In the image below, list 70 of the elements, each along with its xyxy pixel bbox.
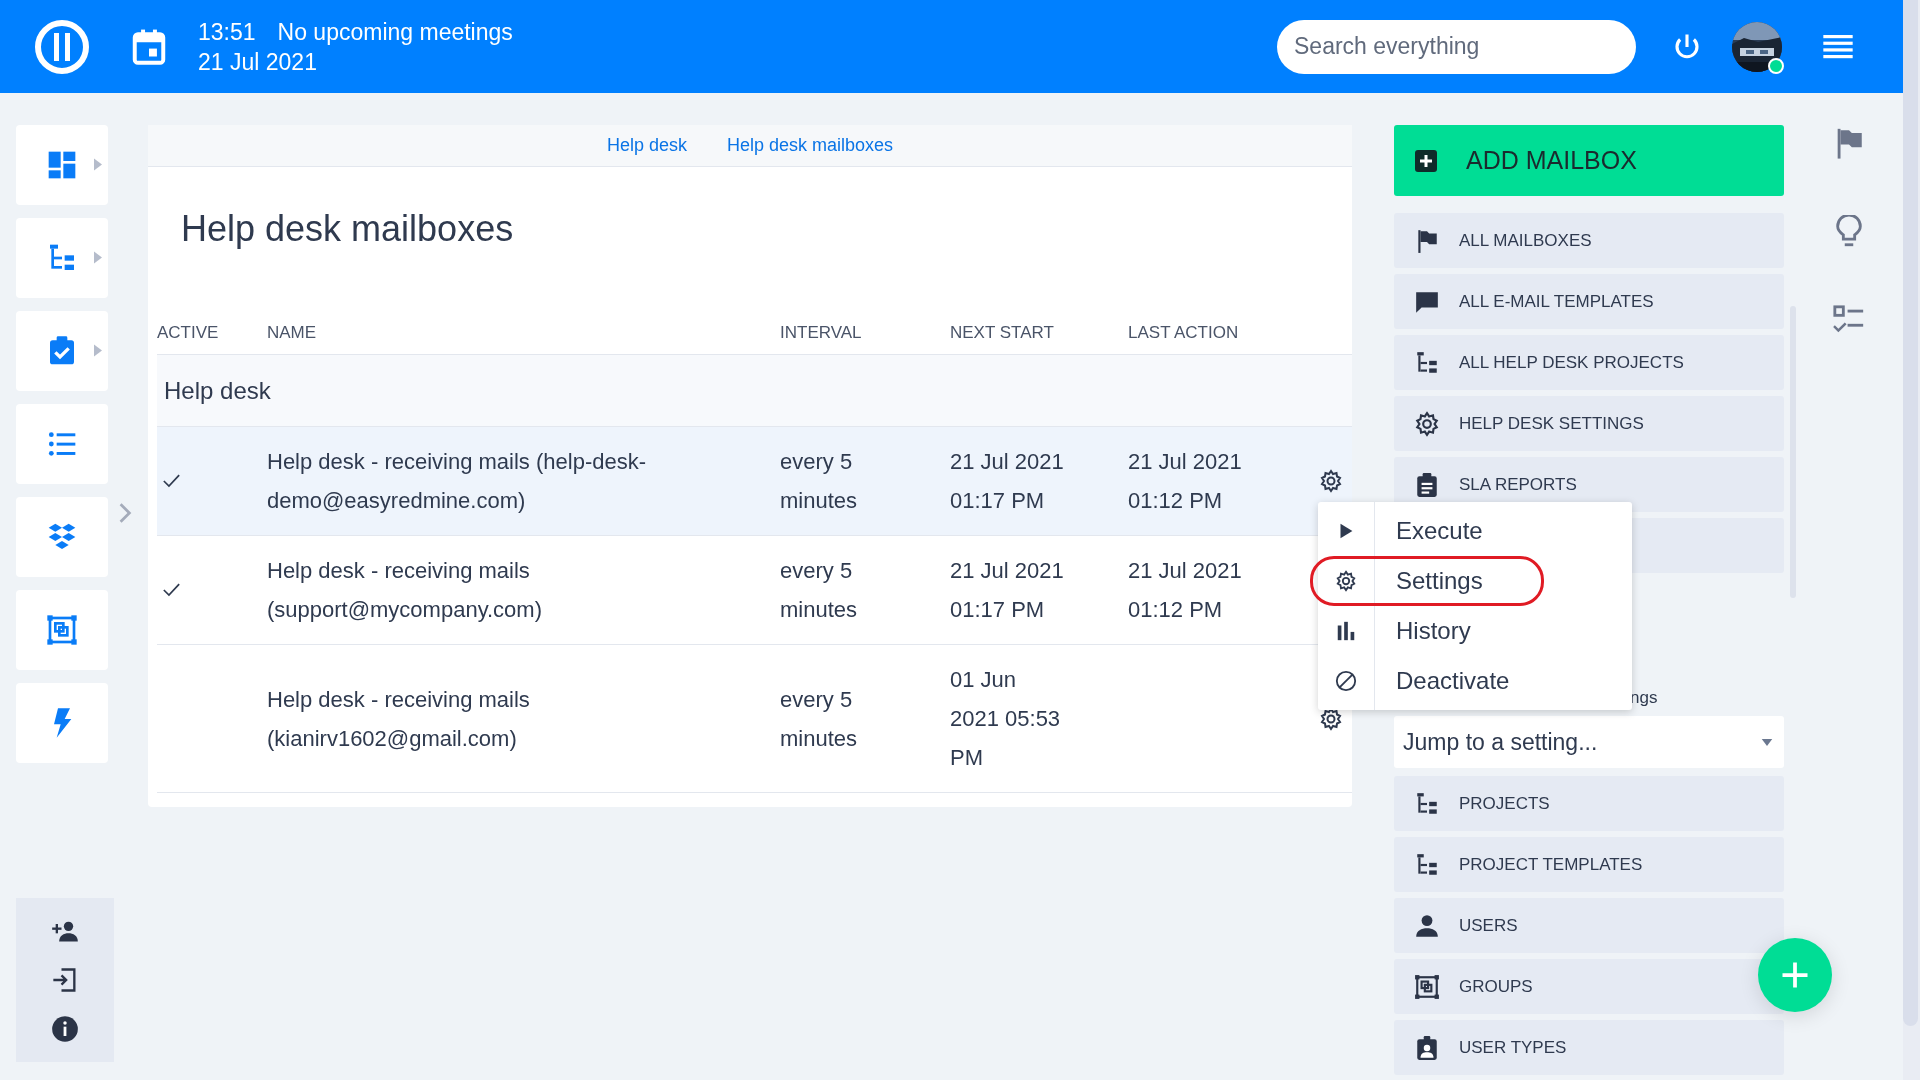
table-cell-text: every 5 minutes bbox=[780, 557, 859, 624]
caret-icon bbox=[94, 251, 102, 264]
table-cell-text: 21 Jul 2021 01:12 PM bbox=[1128, 557, 1243, 624]
column-header: LAST ACTION bbox=[1128, 321, 1240, 344]
nested-squares-icon bbox=[1414, 973, 1440, 1000]
menu-item[interactable]: PROJECT TEMPLATES bbox=[1394, 837, 1784, 892]
nav-tile[interactable] bbox=[16, 311, 108, 391]
gear-icon bbox=[1414, 410, 1440, 437]
plus-square-icon bbox=[1414, 148, 1438, 173]
jump-select[interactable]: Jump to a setting... bbox=[1394, 716, 1784, 768]
table-cell-text: 01 Jun 2021 05:53 PM bbox=[950, 666, 1062, 772]
clock-time: 13:51 bbox=[198, 17, 256, 47]
column-header: ACTIVE bbox=[157, 321, 220, 344]
ban-icon bbox=[1335, 670, 1357, 692]
nav-tile[interactable] bbox=[16, 125, 108, 205]
hierarchy-icon bbox=[1414, 790, 1440, 817]
menu-item[interactable]: PROJECTS bbox=[1394, 776, 1784, 831]
table-cell-text: every 5 minutes bbox=[780, 448, 859, 515]
nav-tile[interactable] bbox=[16, 218, 108, 298]
menu-item[interactable]: ALL MAILBOXES bbox=[1394, 213, 1784, 268]
menu-item[interactable]: ALL E-MAIL TEMPLATES bbox=[1394, 274, 1784, 329]
menu-item[interactable]: USERS bbox=[1394, 898, 1784, 953]
person-icon bbox=[1414, 912, 1440, 939]
nested-squares-icon bbox=[46, 614, 78, 646]
search-field[interactable]: Search everything bbox=[1277, 19, 1636, 74]
gear-icon bbox=[1319, 469, 1343, 493]
page-title: Help desk mailboxes bbox=[181, 207, 515, 251]
menu-item[interactable]: ALL HELP DESK PROJECTS bbox=[1394, 335, 1784, 390]
chevron-right-icon[interactable] bbox=[118, 502, 132, 524]
settings-button[interactable] bbox=[1318, 468, 1344, 494]
column-header: INTERVAL bbox=[780, 321, 863, 344]
menu-item[interactable]: HELP DESK SETTINGS bbox=[1394, 396, 1784, 451]
add-mailbox-button[interactable]: ADD MAILBOX bbox=[1394, 125, 1784, 196]
nav-tile[interactable] bbox=[16, 590, 108, 670]
bar-chart-icon bbox=[1335, 620, 1357, 642]
breadcrumb-link[interactable]: Help desk bbox=[606, 132, 687, 159]
nav-tile[interactable] bbox=[16, 683, 108, 763]
caret-down-icon bbox=[1761, 738, 1773, 746]
breadcrumb-link[interactable]: Help desk mailboxes bbox=[727, 132, 894, 159]
caret-icon bbox=[94, 158, 102, 171]
table-cell-text: Help desk - receiving mails (help-desk-demo@easyredmine.com) bbox=[267, 448, 648, 515]
table-cell-text: 21 Jul 2021 01:17 PM bbox=[950, 448, 1065, 515]
table-row[interactable]: Help desk - receiving mails (help-desk-demo@easyredmine.com) every 5 minutes 21 Jul 2021 01:17 PM 21 Jul 2021 01:12 PM bbox=[157, 427, 1352, 536]
table-cell-text: 21 Jul 2021 01:17 PM bbox=[950, 557, 1065, 624]
current-date: 21 Jul 2021 bbox=[198, 47, 318, 77]
scrollbar[interactable] bbox=[1903, 0, 1918, 1026]
table-cell-text: Help desk - receiving mails (kianirv1602@gmail.com) bbox=[267, 685, 531, 753]
clipboard-icon bbox=[1414, 471, 1440, 498]
table-cell-text: 21 Jul 2021 01:12 PM bbox=[1128, 448, 1243, 515]
caret-icon bbox=[94, 344, 102, 357]
nav-tile[interactable] bbox=[16, 497, 108, 577]
meetings-status[interactable]: No upcoming meetings bbox=[277, 16, 513, 47]
badge-icon bbox=[1414, 1034, 1440, 1061]
menu-option[interactable]: Settings bbox=[1310, 556, 1544, 606]
info-icon bbox=[51, 1015, 79, 1044]
nav-tile[interactable] bbox=[16, 404, 108, 484]
table-cell-text: every 5 minutes bbox=[780, 685, 859, 753]
column-header: NAME bbox=[267, 321, 318, 344]
login-icon bbox=[51, 966, 79, 994]
group-heading: Help desk bbox=[164, 375, 271, 406]
gear-icon bbox=[1335, 570, 1357, 592]
column-header: NEXT START bbox=[950, 321, 1055, 344]
table-cell-text: Help desk - receiving mails (support@mycompany.com) bbox=[267, 557, 543, 624]
logo-icon[interactable] bbox=[34, 18, 90, 75]
menu-item[interactable]: GROUPS bbox=[1394, 959, 1784, 1014]
menu-item[interactable]: USER TYPES bbox=[1394, 1020, 1784, 1075]
plus-icon bbox=[1780, 960, 1810, 990]
hierarchy-icon bbox=[1414, 349, 1440, 376]
hierarchy-icon bbox=[1414, 851, 1440, 878]
dashboard-icon bbox=[46, 149, 78, 181]
